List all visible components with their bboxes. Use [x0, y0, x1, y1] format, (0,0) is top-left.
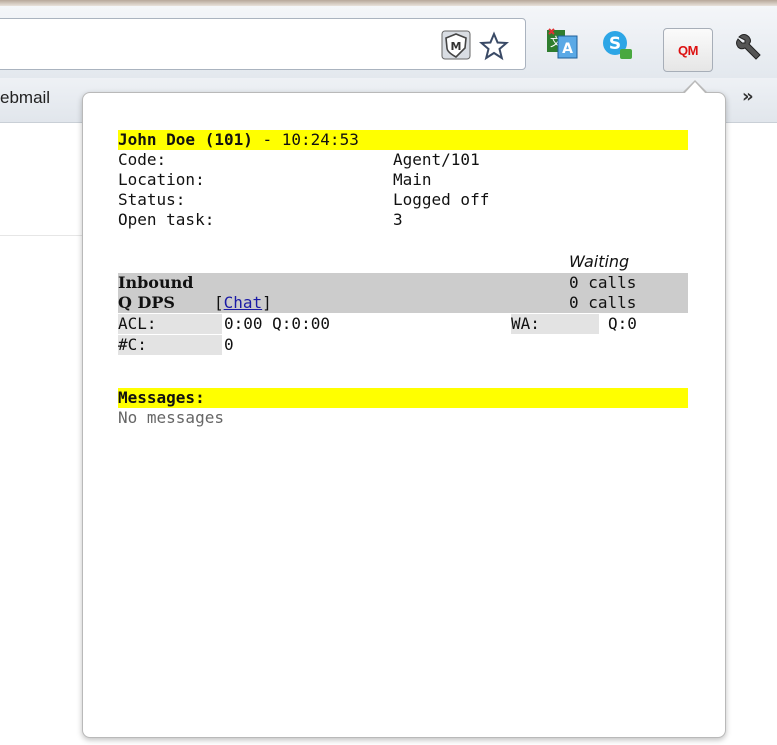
skype-icon[interactable]: S	[600, 28, 634, 62]
field-label: Location:	[118, 170, 205, 189]
queue-calls: 0 calls	[569, 293, 637, 312]
site-advisor-icon[interactable]: M	[441, 30, 471, 60]
field-label: Code:	[118, 150, 167, 169]
messages-header: Messages:	[118, 388, 688, 408]
acl-value: 0:00 Q:0:00	[224, 314, 330, 333]
wrench-icon[interactable]	[732, 30, 764, 62]
svg-text:S: S	[609, 34, 621, 54]
inbound-label: Inbound	[118, 273, 194, 292]
chat-link[interactable]: Chat	[224, 293, 263, 312]
qm-extension-label: QM	[678, 42, 698, 58]
agent-header: John Doe (101) - 10:24:53	[118, 130, 688, 150]
count-label: #C:	[118, 335, 222, 355]
field-value: Agent/101	[393, 150, 480, 169]
queue-row: Q DPS [Chat] 0 calls	[118, 293, 688, 313]
header-separator: -	[252, 130, 282, 149]
field-label: Open task:	[118, 210, 215, 229]
field-value: 3	[393, 210, 403, 229]
page-divider	[0, 235, 82, 236]
bookmark-item-webmail[interactable]: ebmail	[0, 88, 50, 108]
wa-value: Q:0	[608, 314, 637, 333]
svg-text:M: M	[451, 40, 462, 53]
agent-name: John Doe (101)	[118, 130, 253, 149]
field-code: Code: Agent/101	[118, 150, 688, 170]
qm-extension-button[interactable]: QM	[663, 28, 713, 72]
inbound-row: Inbound 0 calls	[118, 273, 688, 293]
messages-title: Messages:	[118, 388, 205, 407]
queue-label: Q DPS	[118, 293, 175, 312]
inbound-calls: 0 calls	[569, 273, 637, 292]
messages-empty-row: No messages	[118, 408, 688, 428]
field-open-task: Open task: 3	[118, 210, 688, 230]
wa-label: WA:	[511, 314, 599, 334]
agent-time: 10:24:53	[281, 130, 359, 149]
count-row: #C: 0	[118, 335, 688, 355]
translate-icon[interactable]: 文 A	[545, 26, 579, 62]
popup-pointer-fill	[684, 82, 706, 94]
messages-empty: No messages	[118, 408, 224, 427]
count-value: 0	[224, 335, 234, 354]
acl-label: ACL:	[118, 314, 222, 334]
chat-bracket-open: [	[214, 293, 224, 312]
waiting-header-row: Waiting	[118, 252, 688, 272]
bookmarks-overflow-icon[interactable]: »	[742, 86, 754, 107]
browser-toolbar: M 文 A S QM	[0, 6, 777, 78]
bookmark-star-icon[interactable]	[478, 30, 510, 62]
field-location: Location: Main	[118, 170, 688, 190]
field-value: Logged off	[393, 190, 490, 209]
field-label: Status:	[118, 190, 186, 209]
acl-row: ACL: 0:00 Q:0:00 WA: Q:0	[118, 314, 688, 334]
waiting-header: Waiting	[569, 252, 630, 271]
chat-group: [Chat]	[214, 293, 272, 313]
svg-text:A: A	[562, 41, 573, 57]
field-status: Status: Logged off	[118, 190, 688, 210]
field-value: Main	[393, 170, 432, 189]
chat-bracket-close: ]	[262, 293, 272, 312]
